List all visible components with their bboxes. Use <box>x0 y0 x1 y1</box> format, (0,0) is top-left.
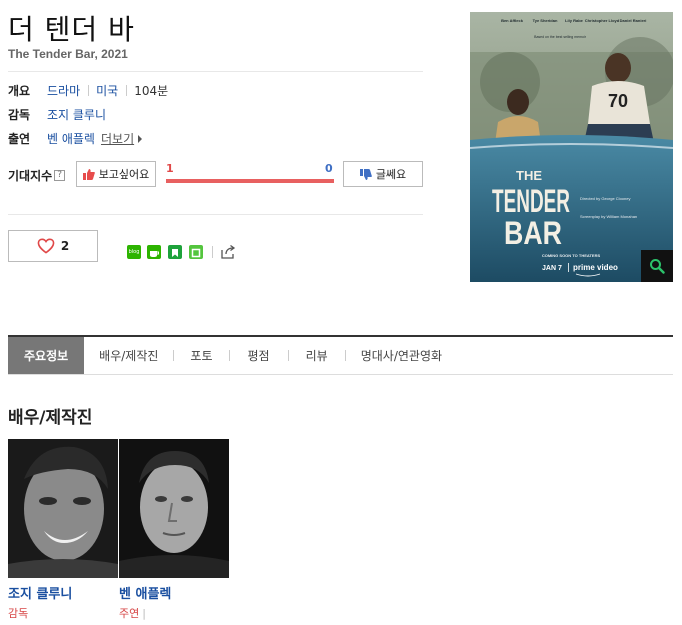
poster-director-credit: Directed by George Clooney <box>580 196 630 201</box>
tab-review[interactable]: 리뷰 <box>289 337 345 374</box>
cast-label: 출연 <box>8 132 31 146</box>
tab-cast-crew[interactable]: 배우/제작진 <box>84 337 173 374</box>
person-card[interactable]: 벤 애플렉 주연 | <box>119 439 229 621</box>
want-to-see-button[interactable]: 보고싶어요 <box>76 161 156 187</box>
tab-quotes-related[interactable]: 명대사/연관영화 <box>346 337 457 374</box>
tab-photo[interactable]: 포토 <box>174 337 228 374</box>
person-role-text: 감독 <box>8 607 29 620</box>
poster-title-line1: THE <box>516 168 542 183</box>
divider <box>8 214 423 215</box>
more-link[interactable]: 더보기 <box>101 130 134 147</box>
blog-share-icon[interactable]: blog <box>127 245 141 259</box>
poster-tagline: Based on the best selling memoir <box>534 35 587 39</box>
poster-actor: Christopher Lloyd <box>585 18 620 23</box>
bookmark-icon <box>172 249 178 257</box>
poster-actor: Daniel Ranieri <box>620 18 647 23</box>
help-icon[interactable]: ? <box>54 170 66 181</box>
person-role-text: 주연 <box>119 607 140 620</box>
separator: | <box>142 607 146 620</box>
share-icon[interactable] <box>220 244 236 260</box>
person-photo[interactable] <box>119 439 229 578</box>
not-sure-label: 글쎄요 <box>375 168 407 181</box>
expectation-label: 기대지수 ? <box>8 167 66 184</box>
square-icon <box>191 248 201 258</box>
separator <box>212 246 213 258</box>
cup-icon <box>150 251 159 257</box>
expectation-label-text: 기대지수 <box>8 169 53 183</box>
person-role: 주연 | <box>119 605 229 621</box>
director-label: 감독 <box>8 108 31 122</box>
poster-image: 70 Ben Affleck Tye Sheridan Lily Rabe Ch… <box>470 12 673 282</box>
person-photo[interactable] <box>8 439 118 578</box>
runtime: 104분 <box>134 84 169 98</box>
heart-icon <box>37 238 55 254</box>
tab-bar: 주요정보 배우/제작진 포토 평점 리뷰 명대사/연관영화 <box>8 335 673 375</box>
poster-actor: Ben Affleck <box>501 18 524 23</box>
thumbs-up-icon <box>82 168 95 180</box>
director-link[interactable]: 조지 클루니 <box>47 106 106 123</box>
poster-actor: Tye Sheridan <box>533 18 558 23</box>
person-name[interactable]: 벤 애플렉 <box>119 583 229 602</box>
overview-label: 개요 <box>8 84 31 98</box>
movie-original-title: The Tender Bar, 2021 <box>8 47 128 61</box>
person-role: 감독 <box>8 605 118 621</box>
poster-date: JAN 7 <box>542 265 562 272</box>
like-count: 2 <box>60 239 70 253</box>
poster-title-line2: TENDER <box>492 183 570 219</box>
want-count: 1 <box>166 162 174 175</box>
movie-poster[interactable]: 70 Ben Affleck Tye Sheridan Lily Rabe Ch… <box>470 12 673 282</box>
person-card[interactable]: 조지 클루니 감독 <box>8 439 118 621</box>
want-to-see-label: 보고싶어요 <box>98 168 150 181</box>
movie-title: 더 텐더 바 <box>8 13 135 46</box>
poster-coming-soon: COMING SOON TO THEATERS <box>542 253 601 258</box>
cast-row: 출연 벤 애플렉 더보기 <box>8 130 143 147</box>
cast-link[interactable]: 벤 애플렉 <box>47 130 95 147</box>
person-image <box>8 439 118 578</box>
overview-row: 개요 드라마 미국 104분 <box>8 82 168 99</box>
not-sure-button[interactable]: 글쎄요 <box>343 161 423 187</box>
chevron-right-icon <box>138 134 143 143</box>
poster-service: prime video <box>573 263 618 272</box>
no-count: 0 <box>325 162 333 175</box>
director-row: 감독 조지 클루니 <box>8 106 106 123</box>
genre-link[interactable]: 드라마 <box>47 82 80 99</box>
poster-jersey-number: 70 <box>608 91 628 111</box>
poster-writer-credit: Screenplay by William Monahan <box>580 214 637 219</box>
separator <box>88 85 90 96</box>
person-name[interactable]: 조지 클루니 <box>8 583 118 602</box>
search-icon <box>650 259 665 274</box>
expectation-bar-fill <box>166 179 334 183</box>
tab-rating[interactable]: 평점 <box>230 337 288 374</box>
tab-main-info[interactable]: 주요정보 <box>8 337 85 374</box>
separator <box>126 85 128 96</box>
poster-title-line3: BAR <box>504 215 562 251</box>
poster-actor: Lily Rabe <box>565 18 584 23</box>
bookmark-share-icon[interactable] <box>168 245 182 259</box>
like-button[interactable]: 2 <box>8 230 98 262</box>
band-share-icon[interactable] <box>189 245 203 259</box>
poster-zoom-button[interactable] <box>641 250 673 282</box>
divider <box>8 71 423 72</box>
cafe-share-icon[interactable] <box>147 245 161 259</box>
section-title: 배우/제작진 <box>8 408 93 428</box>
thumbs-down-icon <box>359 168 372 180</box>
country-link[interactable]: 미국 <box>96 82 118 99</box>
expectation-bar <box>166 179 334 183</box>
person-image <box>119 439 229 578</box>
